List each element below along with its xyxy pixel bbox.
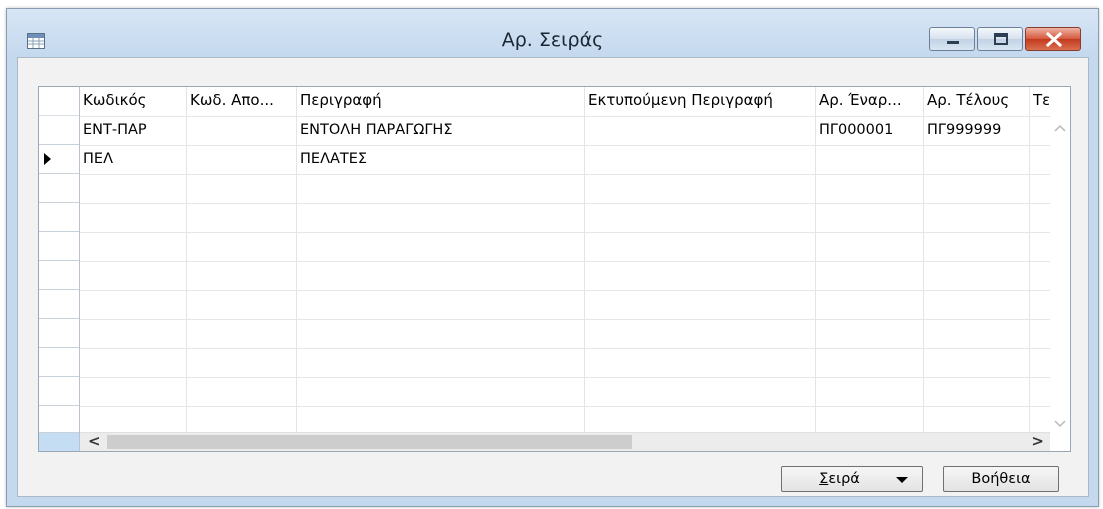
row-selector[interactable]	[39, 116, 79, 145]
vertical-scrollbar[interactable]	[1050, 117, 1070, 433]
row-selector[interactable]	[39, 290, 79, 319]
scroll-up-icon[interactable]	[1050, 119, 1070, 139]
column-header-printed-description[interactable]: Εκτυπούμενη Περιγραφή	[588, 91, 813, 115]
grid-line	[80, 261, 1050, 262]
grid-line	[80, 348, 1050, 349]
cell-code[interactable]: ΕΝΤ-ΠΑΡ	[83, 122, 147, 138]
grid-line	[80, 377, 1050, 378]
grid-line	[80, 406, 1050, 407]
row-selector[interactable]	[39, 174, 79, 203]
current-row-arrow-icon	[44, 153, 51, 165]
column-header-truncated[interactable]: Τε	[1033, 91, 1049, 115]
grid-bottom-corner	[39, 433, 80, 451]
horizontal-scrollbar[interactable]: < >	[80, 432, 1050, 451]
column-separator	[296, 87, 297, 433]
cell-description[interactable]: ΠΕΛΑΤΕΣ	[300, 151, 367, 167]
dropdown-arrow-icon	[896, 477, 908, 483]
minimize-icon	[947, 41, 959, 44]
maximize-button[interactable]	[977, 27, 1023, 51]
column-header-end-number[interactable]: Αρ. Τέλους	[927, 91, 1027, 115]
grid-line	[80, 203, 1050, 204]
column-header-description[interactable]: Περιγραφή	[300, 91, 580, 115]
row-selector[interactable]	[39, 406, 79, 433]
scroll-right-icon[interactable]: >	[1031, 432, 1044, 450]
column-header-code2[interactable]: Κωδ. Απο...	[190, 91, 294, 115]
close-icon	[1045, 31, 1063, 48]
grid-line	[80, 174, 1050, 175]
series-grid[interactable]: Κωδικός Κωδ. Απο... Περιγραφή Εκτυπούμεν…	[38, 86, 1071, 452]
grid-line	[80, 145, 1050, 146]
column-separator	[186, 87, 187, 433]
series-menu-button[interactable]: Σειρά	[781, 466, 923, 492]
grid-line	[80, 116, 1050, 117]
grid-line	[80, 232, 1050, 233]
cell-end-number[interactable]: ΠΓ999999	[927, 122, 1001, 138]
column-header-code[interactable]: Κωδικός	[83, 91, 183, 115]
row-selector[interactable]	[39, 377, 79, 406]
row-selector[interactable]	[39, 348, 79, 377]
column-header-start-number[interactable]: Αρ. Έναρ...	[819, 91, 921, 115]
cell-start-number[interactable]: ΠΓ000001	[819, 122, 893, 138]
row-selector[interactable]	[39, 261, 79, 290]
help-button[interactable]: Βοήθεια	[943, 466, 1059, 492]
maximize-icon	[994, 33, 1008, 45]
grid-corner-cell	[39, 87, 79, 116]
grid-line	[80, 319, 1050, 320]
dialog-window: Αρ. Σειράς Κωδικός Κωδ. Απο... Περιγραφή…	[6, 8, 1099, 507]
column-separator	[1029, 87, 1030, 433]
row-selector[interactable]	[39, 232, 79, 261]
row-selector[interactable]	[39, 319, 79, 348]
cell-description[interactable]: ΕΝΤΟΛΗ ΠΑΡΑΓΩΓΗΣ	[300, 122, 453, 138]
close-button[interactable]	[1025, 27, 1081, 51]
row-header-column	[39, 87, 80, 433]
dialog-client-area: Κωδικός Κωδ. Απο... Περιγραφή Εκτυπούμεν…	[17, 57, 1089, 497]
scroll-left-icon[interactable]: <	[88, 432, 101, 450]
scroll-down-icon[interactable]	[1050, 413, 1070, 433]
column-separator	[815, 87, 816, 433]
column-separator	[923, 87, 924, 433]
column-separator	[584, 87, 585, 433]
title-bar[interactable]: Αρ. Σειράς	[7, 9, 1098, 55]
series-button-label: Σειρά	[819, 471, 860, 487]
horizontal-scroll-thumb[interactable]	[107, 435, 632, 449]
grid-line	[80, 290, 1050, 291]
minimize-button[interactable]	[929, 27, 975, 51]
cell-code[interactable]: ΠΕΛ	[83, 151, 113, 167]
row-selector[interactable]	[39, 203, 79, 232]
row-selector-current[interactable]	[39, 145, 79, 174]
